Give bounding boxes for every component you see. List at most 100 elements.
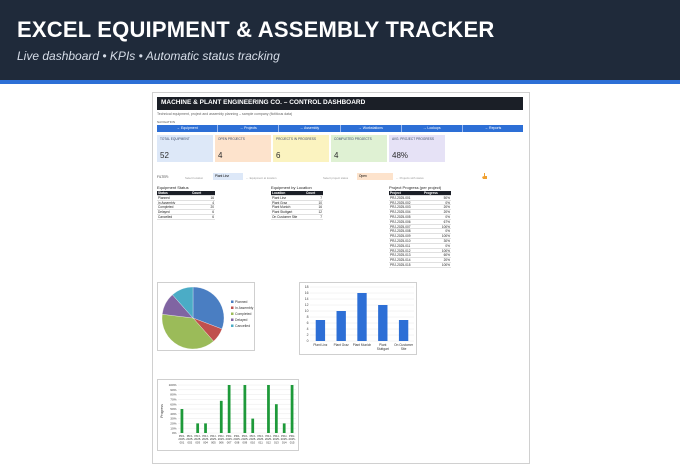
legend-swatch: [231, 300, 234, 303]
kpi-value: 48%: [392, 151, 409, 160]
bar: [251, 418, 255, 433]
table-cell: 6: [212, 214, 214, 219]
table-cell: 20%: [443, 210, 450, 214]
legend-swatch: [231, 312, 234, 315]
x-tick-label: 013: [274, 440, 279, 444]
table-cell: Completed: [158, 205, 174, 210]
y-tick-label: 2: [307, 333, 309, 337]
project-progress-table: Project Progress (per project) Project P…: [389, 185, 451, 268]
table-cell: Delayed: [158, 210, 170, 214]
bar: [196, 423, 200, 433]
nav-workstations-button[interactable]: → Workstations: [341, 125, 402, 132]
filter-row: FILTER: Select location Plant Linz ← Equ…: [157, 173, 527, 181]
y-tick-label: 16: [305, 291, 309, 295]
location-select[interactable]: Plant Linz: [213, 173, 243, 180]
bar: [180, 409, 184, 433]
x-tick-label: 008: [235, 440, 240, 444]
bar: [282, 423, 286, 433]
equipment-status-table: Equipment Status Status Count Planned 16 I…: [157, 185, 215, 220]
progress-bar-chart-svg: Progress 0%10%20%30%40%50%60%70%80%90%100…: [160, 383, 296, 444]
table-cell: Plant Stuttgart: [272, 210, 293, 214]
table-cell: 10: [318, 200, 322, 205]
x-tick-label: Site: [401, 347, 407, 351]
legend-label: Completed: [235, 312, 252, 316]
nav-projects-button[interactable]: → Projects: [218, 125, 280, 132]
bar: [378, 305, 388, 341]
table-cell: 100%: [441, 248, 450, 253]
table-cell: 20%: [443, 258, 450, 262]
table-cell: PRJ-2025-011: [390, 243, 411, 248]
table-header-cell: Location: [272, 191, 286, 195]
banner: EXCEL EQUIPMENT & ASSEMBLY TRACKER Live …: [0, 0, 680, 80]
bar: [398, 320, 409, 341]
kpi-value: 4: [218, 151, 223, 160]
nav-assembly-button[interactable]: → Assembly: [279, 125, 341, 132]
table-cell: 16: [318, 205, 322, 210]
table-cell: Planned: [158, 195, 170, 200]
nav-lookups-button[interactable]: → Lookups: [402, 125, 463, 132]
y-tick-label: 10: [305, 309, 309, 313]
table-cell: 67%: [443, 219, 450, 224]
kpi-projects-in-progress: PROJECTS IN PROGRESS 6: [273, 135, 329, 162]
navigation-bar: → Equipment → Projects → Assembly → Work…: [157, 125, 523, 132]
table-row: Cancelled 6: [157, 215, 215, 220]
y-tick-label: 30%: [170, 417, 176, 421]
table-cell: Plant Graz: [272, 200, 288, 205]
x-tick-label: 007: [227, 440, 232, 444]
y-tick-label: 40%: [170, 412, 176, 416]
bar: [243, 385, 247, 433]
legend-label: Planned: [235, 300, 248, 304]
y-tick-label: 14: [305, 297, 309, 301]
table-cell: 0%: [445, 214, 450, 219]
table-cell: PRJ-2025-004: [390, 210, 411, 214]
y-tick-label: 0: [307, 339, 309, 343]
x-tick-label: 006: [219, 440, 224, 444]
x-tick-label: 009: [243, 440, 248, 444]
x-tick-label: 015: [290, 440, 295, 444]
kpi-value: 4: [334, 151, 339, 160]
kpi-total-equipment: TOTAL EQUIPMENT 52: [157, 135, 213, 162]
table-cell: PRJ-2025-002: [390, 200, 411, 205]
nav-reports-button[interactable]: → Reports: [463, 125, 523, 132]
y-tick-label: 18: [305, 285, 309, 289]
kpi-label: COMPLETED PROJECTS: [334, 137, 372, 141]
table-row: On Customer Site 7: [271, 215, 323, 220]
y-tick-label: 8: [307, 315, 309, 319]
location-note: ← Equipment at location: [246, 175, 277, 180]
location-hint: Select location: [185, 175, 204, 180]
table-title: Project Progress (per project): [389, 185, 442, 190]
table-cell: 4: [212, 200, 214, 205]
x-tick-label: 001: [180, 440, 185, 444]
kpi-label: TOTAL EQUIPMENT: [160, 137, 190, 141]
x-tick-label: 003: [195, 440, 200, 444]
table-cell: In Assembly: [158, 200, 176, 205]
kpi-value: 6: [276, 151, 281, 160]
legend-swatch: [231, 324, 234, 327]
y-tick-label: 100%: [169, 383, 177, 387]
table-title: Equipment Status: [157, 185, 189, 190]
table-cell: PRJ-2025-009: [390, 234, 411, 238]
x-tick-label: 010: [250, 440, 255, 444]
y-axis-title: Progress: [160, 404, 164, 418]
y-tick-label: 10%: [170, 426, 176, 430]
table-cell: 100%: [441, 234, 450, 238]
project-progress-bar-chart: Progress 0% 10% 20% 30% 40% 50% 60% 70% 80% 90% 100…: [157, 379, 299, 451]
x-tick-label: 005: [211, 440, 216, 444]
table-cell: Plant Linz: [272, 195, 286, 200]
y-tick-label: 80%: [170, 393, 176, 397]
bar: [204, 423, 207, 433]
project-status-select[interactable]: Open: [357, 173, 393, 180]
bar: [227, 385, 231, 433]
banner-subtitle: Live dashboard • KPIs • Automatic status…: [17, 49, 280, 63]
bar: [219, 400, 223, 433]
table-title: Equipment by Location: [271, 185, 312, 190]
banner-title: EXCEL EQUIPMENT & ASSEMBLY TRACKER: [17, 17, 495, 42]
bar: [290, 385, 294, 433]
equipment-location-table: Equipment by Location Location Count Pla…: [271, 185, 323, 220]
y-tick-label: 4: [307, 327, 309, 331]
equipment-status-pie-chart: Planned In Assembly Completed Delayed Cancel…: [157, 282, 255, 351]
nav-equipment-button[interactable]: → Equipment: [157, 125, 219, 132]
legend-swatch: [231, 318, 234, 321]
x-tick-label: Stuttgart: [377, 347, 389, 351]
legend-label: In Assembly: [235, 306, 254, 310]
